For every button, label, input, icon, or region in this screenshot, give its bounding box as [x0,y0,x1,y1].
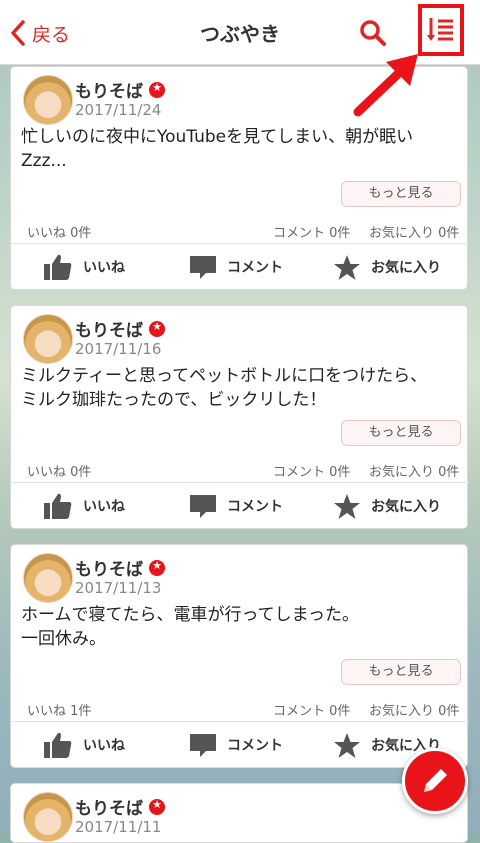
post-text: 忙しいのに夜中にYouTubeを見てしまい、朝が眠い Zzz... [21,127,414,171]
post-card: もりそば 2017/11/16 ミルクティーと思ってペットボトルに口をつけたら、… [10,305,469,529]
comments-count: コメント 0件 [273,226,351,241]
author-name: もりそば [75,555,165,580]
annotation-arrow-icon [353,54,418,117]
compose-button[interactable] [402,748,468,814]
comment-button[interactable]: コメント [189,244,283,290]
search-button[interactable] [358,18,388,48]
page-title: つぶやき [200,22,280,46]
more-button[interactable]: もっと見る [341,659,461,685]
like-button[interactable]: いいね [43,722,125,768]
avatar[interactable] [23,314,73,364]
post-stats: いいね 0件 コメント 0件 お気に入り 0件 [11,457,469,481]
favorites-count: お気に入り 0件 [369,704,460,719]
comment-button[interactable]: コメント [189,722,283,768]
post-stats: いいね 0件 コメント 0件 お気に入り 0件 [11,218,469,242]
speech-bubble-icon [190,495,216,518]
post-actions: いいね コメント お気に入り [11,244,469,290]
post-card: もりそば 2017/11/11 [10,783,468,843]
likes-count: いいね 1件 [27,704,92,719]
search-icon [360,20,386,46]
thumbs-up-icon [44,493,72,519]
likes-count: いいね 0件 [27,226,92,241]
post-text: ミルクティーと思ってペットボトルに口をつけたら、 ミルク珈琲たったので、ビックリ… [21,366,428,410]
star-icon [334,732,360,758]
post-card: もりそば 2017/11/13 ホームで寝てたら、電車が行ってしまった。 一回休… [10,544,469,768]
more-button[interactable]: もっと見る [341,420,461,446]
author-name: もりそば [75,77,165,102]
sort-list-icon [427,18,453,41]
like-button[interactable]: いいね [43,244,125,290]
author-name: もりそば [75,794,165,819]
post-actions: いいね コメント お気に入り [11,483,469,529]
favorites-count: お気に入り 0件 [369,465,460,480]
speech-bubble-icon [190,734,216,757]
avatar[interactable] [23,792,73,842]
comments-count: コメント 0件 [273,704,351,719]
comment-button[interactable]: コメント [189,483,283,529]
author-name: もりそば [75,316,165,341]
like-button[interactable]: いいね [43,483,125,529]
post-date: 2017/11/13 [75,579,162,597]
post-text: ホームで寝てたら、電車が行ってしまった。 一回休み。 [21,605,359,649]
star-icon [334,493,360,519]
post-date: 2017/11/24 [75,101,162,119]
favorites-count: お気に入り 0件 [369,226,460,241]
more-button[interactable]: もっと見る [341,181,461,207]
post-date: 2017/11/11 [75,818,162,836]
favorite-button[interactable]: お気に入り [333,483,441,529]
likes-count: いいね 0件 [27,465,92,480]
post-actions: いいね コメント お気に入り [11,722,469,768]
star-badge-icon [149,81,165,98]
comments-count: コメント 0件 [273,465,351,480]
star-icon [334,254,360,280]
favorite-button[interactable]: お気に入り [333,244,441,290]
sort-button[interactable] [418,4,464,56]
avatar[interactable] [23,75,73,125]
star-badge-icon [149,559,165,576]
star-badge-icon [149,798,165,815]
post-stats: いいね 1件 コメント 0件 お気に入り 0件 [11,696,469,720]
star-badge-icon [149,320,165,337]
post-date: 2017/11/16 [75,340,162,358]
thumbs-up-icon [44,732,72,758]
avatar[interactable] [23,553,73,603]
speech-bubble-icon [190,256,216,279]
thumbs-up-icon [44,254,72,280]
pencil-icon [424,769,447,792]
